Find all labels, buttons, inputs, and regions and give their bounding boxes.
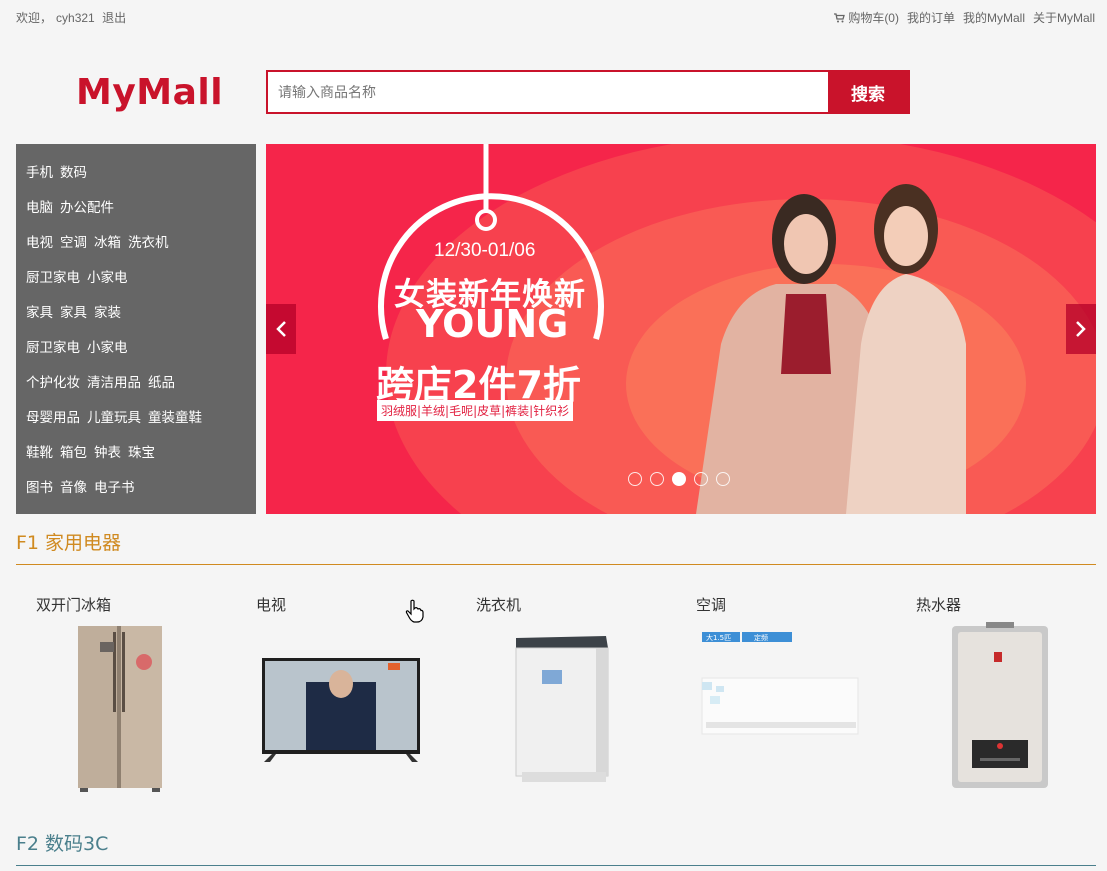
refrigerator-icon [78,626,162,792]
hand-cursor-icon [405,599,424,623]
banner-subtitle: YOUNG [416,302,569,346]
category-link[interactable]: 珠宝 [128,445,155,460]
floor2-title: F2 数码3C [16,833,109,855]
category-row: 手机 数码 [16,155,256,190]
cart-label: 购物车(0) [848,11,899,25]
product-name: 洗衣机 [476,597,522,614]
category-row: 厨卫家电 小家电 [16,330,256,365]
television-icon [262,658,420,762]
product-card[interactable]: 空调 大1.5匹 定频 [676,594,876,804]
category-row: 厨卫家电 小家电 [16,260,256,295]
product-card[interactable]: 电视 [236,594,436,804]
category-menu: 手机 数码 电脑 办公配件 电视 空调 冰箱 洗衣机 厨卫家电 小家电 家具 家具 家装 厨卫家电 小家电个… [16,144,256,514]
ac-badge-capacity: 大1.5匹 [706,633,731,642]
category-row: 图书 音像 电子书 [16,470,256,505]
category-link[interactable]: 电子书 [94,480,135,495]
category-link[interactable]: 厨卫家电 [26,340,80,355]
site-logo[interactable]: MyMall [76,72,223,113]
air-conditioner-icon: 大1.5匹 定频 [701,632,859,735]
category-link[interactable]: 厨卫家电 [26,270,80,285]
my-orders-link[interactable]: 我的订单 [907,9,955,26]
my-mall-link[interactable]: 我的MyMall [963,9,1025,26]
banner-dot[interactable] [694,472,708,486]
category-row: 电视 空调 冰箱 洗衣机 [16,225,256,260]
category-link[interactable]: 小家电 [87,340,128,355]
product-card[interactable]: 热水器 [896,594,1096,804]
search-input[interactable] [268,72,828,112]
category-link[interactable]: 音像 [60,480,87,495]
category-row: 鞋靴 箱包 钟表 珠宝 [16,435,256,470]
welcome-text: 欢迎， [16,11,53,25]
water-heater-icon [952,622,1048,788]
product-name: 热水器 [916,597,962,614]
banner-pagination [628,472,730,486]
category-link[interactable]: 清洁用品 [87,375,141,390]
floor2-divider [16,865,1096,866]
logout-link[interactable]: 退出 [102,11,126,25]
category-link[interactable]: 鞋靴 [26,445,53,460]
search-button[interactable]: 搜索 [828,72,908,112]
category-link[interactable]: 家具 [26,305,53,320]
cart-icon [834,13,846,23]
banner-date: 12/30-01/06 [434,240,536,261]
category-link[interactable]: 电脑 [26,200,53,215]
top-bar: 欢迎， cyh321 退出 购物车(0) 我的订单 我的MyMall 关于MyMa… [0,0,1107,32]
about-link[interactable]: 关于MyMall [1033,9,1095,26]
floor1-title: F1 家用电器 [16,532,122,554]
category-link[interactable]: 母婴用品 [26,410,80,425]
product-card[interactable]: 双开门冰箱 [16,594,216,804]
chevron-right-icon [1076,321,1086,337]
category-link[interactable]: 儿童玩具 [87,410,141,425]
welcome-area: 欢迎， cyh321 退出 [16,9,126,26]
search-bar: 搜索 [266,70,910,114]
banner-tags: 羽绒服|羊绒|毛呢|皮草|裤装|针织衫 [377,400,574,421]
ac-badge-mode: 定频 [754,633,768,642]
category-row: 个护化妆 清洁用品 纸品 [16,365,256,400]
category-link[interactable]: 冰箱 [94,235,121,250]
product-name: 空调 [696,597,727,614]
banner-prev-button[interactable] [266,304,296,354]
category-link[interactable]: 数码 [60,165,87,180]
category-row: 电脑 办公配件 [16,190,256,225]
category-link[interactable]: 办公配件 [60,200,114,215]
banner-background [266,144,1096,514]
category-link[interactable]: 小家电 [87,270,128,285]
banner-dot[interactable] [650,472,664,486]
banner-dot[interactable] [628,472,642,486]
category-link[interactable]: 空调 [60,235,87,250]
floor1-divider [16,564,1096,565]
username: cyh321 [56,11,95,25]
category-link[interactable]: 钟表 [94,445,121,460]
washing-machine-icon [515,636,609,782]
cart-link[interactable]: 购物车(0) [834,9,899,26]
promo-banner[interactable]: 12/30-01/06 女装新年焕新 YOUNG 跨店2件7折 羽绒服|羊绒|毛… [266,144,1096,514]
product-name: 双开门冰箱 [36,597,112,614]
category-link[interactable]: 箱包 [60,445,87,460]
banner-dot[interactable] [672,472,686,486]
top-nav: 购物车(0) 我的订单 我的MyMall 关于MyMall [834,9,1095,26]
category-link[interactable]: 童装童鞋 [148,410,202,425]
banner-dot[interactable] [716,472,730,486]
chevron-left-icon [276,321,286,337]
category-link[interactable]: 个护化妆 [26,375,80,390]
category-link[interactable]: 图书 [26,480,53,495]
category-link[interactable]: 洗衣机 [128,235,169,250]
product-name: 电视 [256,597,287,614]
banner-next-button[interactable] [1066,304,1096,354]
product-card[interactable]: 洗衣机 [456,594,656,804]
category-row: 母婴用品 儿童玩具 童装童鞋 [16,400,256,435]
category-link[interactable]: 电视 [26,235,53,250]
category-link[interactable]: 纸品 [148,375,175,390]
category-link[interactable]: 家装 [94,305,121,320]
category-row: 家具 家具 家装 [16,295,256,330]
category-link[interactable]: 手机 [26,165,53,180]
category-link[interactable]: 家具 [60,305,87,320]
